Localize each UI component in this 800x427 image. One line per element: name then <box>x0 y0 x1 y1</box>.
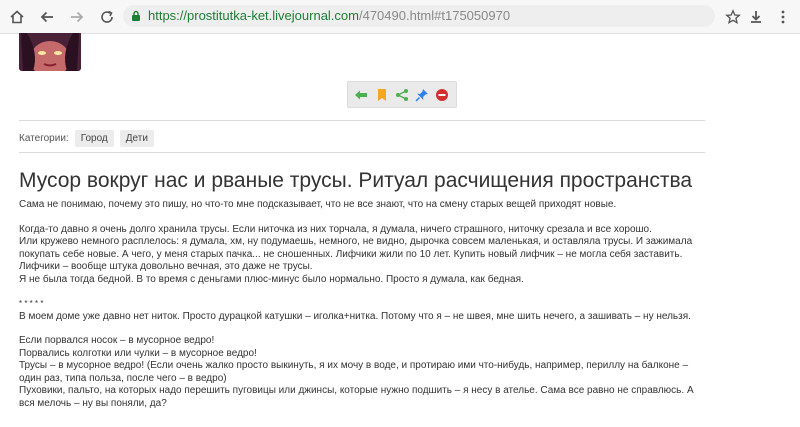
category-tag-kids[interactable]: Дети <box>119 130 154 147</box>
post-title: Мусор вокруг нас и рваные трусы. Ритуал … <box>19 169 693 192</box>
bookmark-star-icon[interactable] <box>722 6 744 28</box>
paragraph: Если порвался носок – в мусорное ведро! <box>19 335 215 346</box>
share-toolbar <box>347 81 457 108</box>
url-path: /470490.html#t175050970 <box>358 8 511 23</box>
bookmark-icon[interactable] <box>373 86 390 103</box>
category-tag-city[interactable]: Город <box>74 130 114 147</box>
more-menu-icon[interactable] <box>772 6 794 28</box>
page-content: Категории: Город Дети Мусор вокруг нас и… <box>0 33 800 427</box>
paragraph: Сама не понимаю, почему это пишу, но что… <box>19 199 617 210</box>
share-icon[interactable] <box>393 86 410 103</box>
reply-arrow-icon[interactable] <box>352 86 369 103</box>
divider <box>19 120 705 121</box>
lock-icon <box>132 10 140 21</box>
divider <box>19 152 705 153</box>
paragraph: Трусы – в мусорное ведро! (Если очень жа… <box>19 360 689 384</box>
forward-icon[interactable] <box>66 6 88 28</box>
block-icon[interactable] <box>433 86 450 103</box>
paragraph: Я не была тогда бедной. В то время с ден… <box>19 273 524 285</box>
url-domain: https://prostitutka-ket.livejournal.com <box>148 8 359 23</box>
download-icon[interactable] <box>745 6 767 28</box>
paragraph: Пуховики, пальто, на которых надо переши… <box>19 385 694 409</box>
reload-icon[interactable] <box>96 6 118 28</box>
categories-label: Категории: <box>19 133 69 144</box>
user-avatar[interactable] <box>19 33 81 71</box>
browser-toolbar: https://prostitutka-ket.livejournal.com/… <box>0 0 800 34</box>
post-body: Сама не понимаю, почему это пишу, но что… <box>19 199 709 410</box>
pin-icon[interactable] <box>413 86 430 103</box>
paragraph: Порвались колготки или чулки – в мусорно… <box>19 347 257 359</box>
home-icon[interactable] <box>6 6 28 28</box>
url-text[interactable]: https://prostitutka-ket.livejournal.com/… <box>148 8 510 23</box>
separator-stars: * * * * * <box>19 299 44 308</box>
paragraph: Или кружево немного расплелось: я думала… <box>19 236 693 272</box>
categories-row: Категории: Город Дети <box>19 130 154 147</box>
back-icon[interactable] <box>36 6 58 28</box>
paragraph: Когда-то давно я очень долго хранила тру… <box>19 223 652 235</box>
paragraph: В моем доме уже давно нет ниток. Просто … <box>19 310 691 322</box>
